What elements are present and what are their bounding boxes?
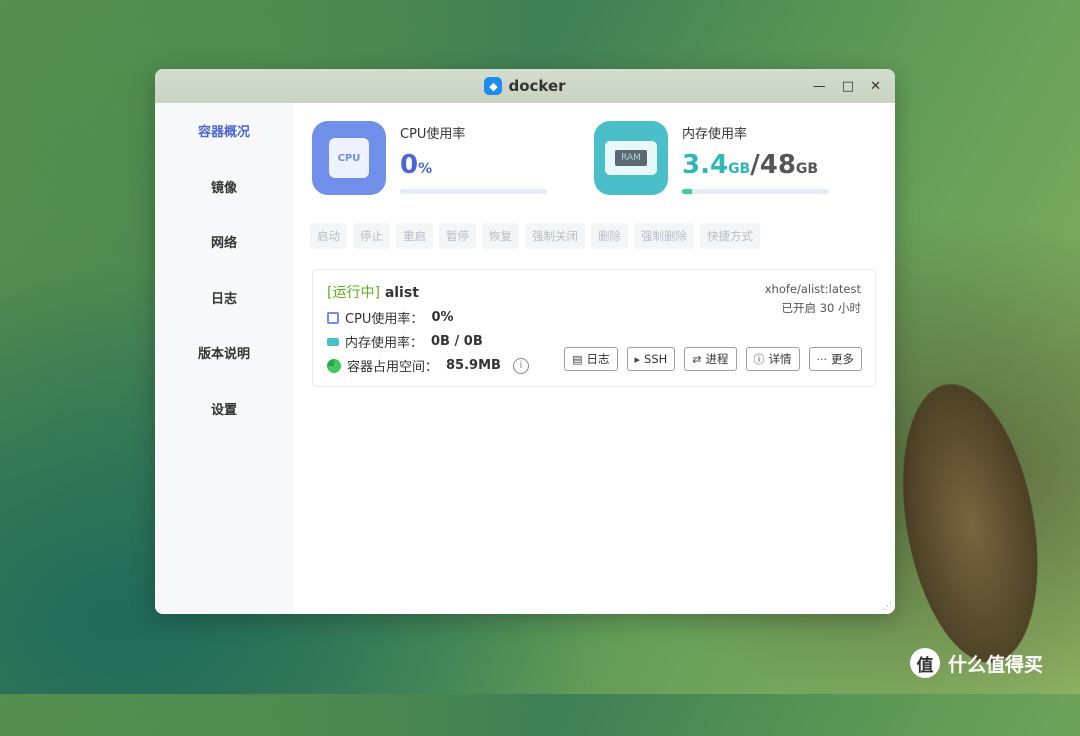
docker-window: ◆ docker — □ ✕ 容器概况 镜像 网络 日志 版本说明 设置 CPU… (155, 69, 895, 614)
main-content: CPU CPU使用率 0% RAM 内存使用率 3.4GB/48GB 启动 停止… (293, 103, 895, 614)
sidebar-item-images[interactable]: 镜像 (155, 159, 293, 215)
more-button[interactable]: ··· 更多 (808, 347, 862, 371)
sidebar-item-release-notes[interactable]: 版本说明 (155, 325, 293, 381)
container-cpu-value: 0% (431, 310, 454, 325)
ram-chip-label: RAM (615, 150, 647, 166)
cpu-chip-label: CPU (329, 138, 369, 178)
disk-info-icon[interactable]: i (512, 357, 529, 374)
ssh-button[interactable]: ▸ SSH (626, 347, 676, 371)
sidebar-item-logs[interactable]: 日志 (155, 270, 293, 326)
memory-icon (327, 337, 339, 346)
image-name: xhofe/alist:latest (764, 282, 861, 296)
watermark: 值 什么值得买 (910, 648, 1043, 678)
details-button[interactable]: ⓘ 详情 (745, 347, 800, 371)
restart-button[interactable]: 重启 (396, 223, 433, 249)
cpu-chip-icon: CPU (312, 121, 386, 195)
memory-progress-bar (682, 189, 829, 194)
log-icon: ▤ (572, 352, 583, 366)
log-button[interactable]: ▤ 日志 (564, 347, 618, 371)
more-icon: ··· (816, 352, 828, 366)
resize-handle-icon[interactable]: ⋰ (883, 602, 892, 612)
delete-button[interactable]: 删除 (591, 223, 628, 249)
uptime-text: 已开启 30 小时 (781, 301, 861, 315)
container-buttons: ▤ 日志 ▸ SSH ⇄ 进程 ⓘ 详情 ··· 更多 (564, 347, 862, 371)
sidebar: 容器概况 镜像 网络 日志 版本说明 设置 (155, 103, 293, 614)
container-name: alist (384, 285, 419, 301)
app-title-text: docker (508, 77, 566, 95)
container-title: [运行中] alist (327, 282, 419, 302)
status-badge: [运行中] (327, 285, 380, 301)
process-icon: ⇄ (692, 352, 702, 366)
sidebar-item-network[interactable]: 网络 (155, 214, 293, 270)
container-cpu-row: CPU使用率： 0% (327, 308, 454, 327)
process-button[interactable]: ⇄ 进程 (684, 347, 737, 371)
app-title: ◆ docker (155, 69, 895, 103)
sidebar-item-settings[interactable]: 设置 (155, 381, 293, 437)
cpu-usage-label: CPU使用率 (400, 127, 466, 142)
action-toolbar: 启动 停止 重启 暂停 恢复 强制关闭 删除 强制删除 快捷方式 (310, 223, 760, 249)
container-disk-row: 容器占用空间： 85.9MB i (327, 356, 529, 375)
cpu-usage-value: 0% (400, 150, 433, 180)
watermark-text: 什么值得买 (948, 653, 1044, 676)
memory-stat: RAM 内存使用率 3.4GB/48GB (594, 121, 829, 195)
cpu-progress-bar (400, 189, 547, 194)
force-delete-button[interactable]: 强制删除 (634, 223, 694, 249)
close-icon[interactable]: ✕ (870, 79, 881, 94)
container-card[interactable]: [运行中] alist xhofe/alist:latest 已开启 30 小时… (312, 269, 876, 387)
info-icon: ⓘ (753, 353, 765, 366)
memory-usage-label: 内存使用率 (682, 127, 748, 142)
memory-progress-fill (682, 189, 693, 194)
cpu-icon (327, 311, 339, 324)
disk-pie-icon (327, 358, 341, 373)
resume-button[interactable]: 恢复 (482, 223, 519, 249)
container-disk-label: 容器占用空间： (347, 360, 439, 375)
container-memory-value: 0B / 0B (431, 334, 483, 349)
pause-button[interactable]: 暂停 (439, 223, 476, 249)
memory-usage-value: 3.4GB/48GB (682, 150, 819, 180)
window-controls: — □ ✕ (813, 69, 881, 103)
maximize-icon[interactable]: □ (842, 79, 854, 94)
titlebar: ◆ docker — □ ✕ (155, 69, 895, 103)
terminal-icon: ▸ (634, 352, 641, 366)
stop-button[interactable]: 停止 (353, 223, 390, 249)
docker-logo-icon: ◆ (484, 77, 503, 95)
minimize-icon[interactable]: — (813, 79, 826, 94)
sidebar-item-overview[interactable]: 容器概况 (155, 103, 293, 159)
cpu-stat: CPU CPU使用率 0% (312, 121, 547, 195)
watermark-logo-icon: 值 (910, 648, 940, 678)
container-cpu-label: CPU使用率： (345, 312, 424, 327)
container-memory-label: 内存使用率： (345, 336, 424, 351)
start-button[interactable]: 启动 (310, 223, 347, 249)
force-stop-button[interactable]: 强制关闭 (525, 223, 585, 249)
container-disk-value: 85.9MB (446, 358, 501, 373)
container-memory-row: 内存使用率： 0B / 0B (327, 332, 483, 351)
ram-chip-icon: RAM (594, 121, 668, 195)
shortcut-button[interactable]: 快捷方式 (700, 223, 760, 249)
